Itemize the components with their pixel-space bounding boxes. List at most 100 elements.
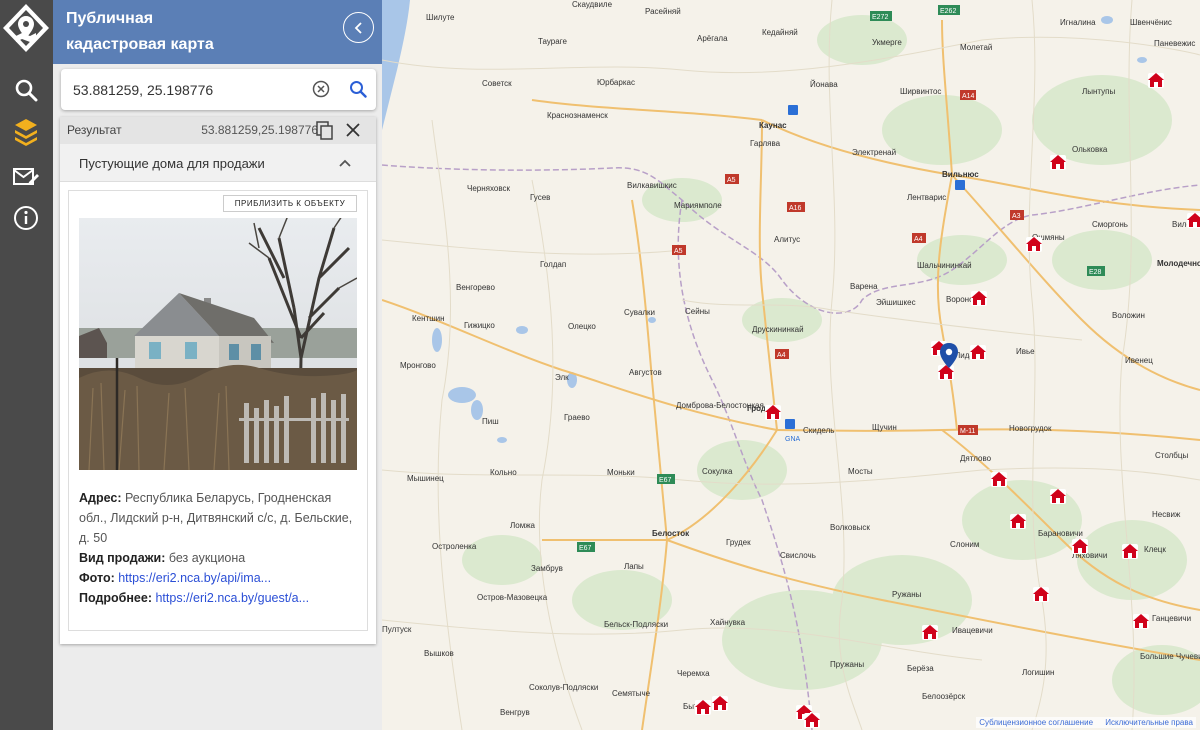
house-marker-icon[interactable]: [1050, 155, 1066, 170]
city-label: Пружаны: [830, 660, 864, 669]
more-row: Подробнее: https://eri2.nca.by/guest/a..…: [79, 588, 361, 608]
object-details: Адрес: Республика Беларусь, Гродненская …: [79, 488, 361, 608]
house-marker-icon[interactable]: [1072, 539, 1088, 554]
city-label: Бельск-Подляски: [604, 620, 668, 629]
sale-type-value: без аукциона: [168, 551, 246, 565]
house-marker-icon[interactable]: [971, 291, 987, 306]
rights-link[interactable]: Исключительные права: [1105, 718, 1193, 727]
city-label: Слоним: [950, 540, 979, 549]
city-label: Молетай: [960, 43, 992, 52]
layers-icon[interactable]: [9, 115, 43, 149]
road-label: E67: [659, 477, 672, 484]
search-input[interactable]: [73, 78, 303, 102]
close-result-button[interactable]: [345, 122, 361, 138]
city-label: Игналина: [1060, 18, 1096, 27]
more-link[interactable]: https://eri2.nca.by/guest/a...: [155, 591, 309, 605]
house-marker-icon[interactable]: [765, 405, 781, 420]
house-photo[interactable]: [79, 218, 357, 470]
city-label: Сувалки: [624, 308, 655, 317]
house-marker-icon[interactable]: [922, 625, 938, 640]
city-label: Сморгонь: [1092, 220, 1128, 229]
house-marker-icon[interactable]: [712, 696, 728, 711]
search-submit-button[interactable]: [349, 80, 367, 98]
city-label: Пултуск: [382, 625, 412, 634]
city-label: Скаудвиле: [572, 0, 613, 9]
road-label: A14: [962, 93, 975, 100]
city-label: Молодечно: [1157, 259, 1200, 268]
mail-edit-icon[interactable]: [9, 160, 43, 194]
city-label: Венгрув: [500, 708, 530, 717]
house-marker-icon[interactable]: [1133, 614, 1149, 629]
city-label: Барановичи: [1038, 529, 1083, 538]
attribution: Сублицензионное соглашение Исключительны…: [976, 717, 1196, 728]
city-label: Соколув-Подляски: [529, 683, 598, 692]
city-label: Столбцы: [1155, 451, 1188, 460]
house-marker-icon[interactable]: [1026, 237, 1042, 252]
photo-link[interactable]: https://eri2.nca.by/api/ima...: [118, 571, 271, 585]
zoom-to-object-button[interactable]: ПРИБЛИЗИТЬ К ОБЪЕКТУ: [223, 195, 357, 212]
city-label: Расейняй: [645, 7, 681, 16]
city-label: Советск: [482, 79, 512, 88]
city-label: Щучин: [872, 423, 897, 432]
city-label: Новогрудок: [1009, 424, 1052, 433]
house-marker-icon[interactable]: [991, 472, 1007, 487]
photo-row: Фото: https://eri2.nca.by/api/ima...: [79, 568, 361, 588]
address-row: Адрес: Республика Беларусь, Гродненская …: [79, 488, 361, 548]
result-card: Результат 53.881259,25.198776 Пустующие …: [60, 117, 376, 644]
copy-icon: [316, 121, 333, 140]
city-label: Клецк: [1144, 545, 1166, 554]
city-label: Ширвинтос: [900, 87, 941, 96]
section-title: Пустующие дома для продажи: [79, 156, 265, 171]
house-marker-icon[interactable]: [938, 365, 954, 380]
side-panel: Публичная кадастровая карта Результат 53…: [53, 0, 382, 730]
city-label: Олецко: [568, 322, 596, 331]
city-label: Моньки: [607, 468, 635, 477]
road-label: E67: [579, 545, 592, 552]
panel-header: Публичная кадастровая карта: [53, 0, 382, 64]
house-marker-icon[interactable]: [804, 713, 820, 728]
road-label: A4: [777, 352, 786, 359]
icon-rail: [0, 0, 53, 730]
house-marker-icon[interactable]: [1122, 544, 1138, 559]
map-canvas[interactable]: Шилуте Скаудвиле Расейняй Кедайняй Укмер…: [382, 0, 1200, 730]
house-marker-icon[interactable]: [1033, 587, 1049, 602]
house-marker-icon[interactable]: [1187, 213, 1200, 228]
photo-label: Фото:: [79, 571, 115, 585]
city-label: Лынтупы: [1082, 87, 1116, 96]
city-label: Воложин: [1112, 311, 1145, 320]
city-label: Сокулка: [702, 467, 733, 476]
info-icon[interactable]: [9, 201, 43, 235]
sale-type-row: Вид продажи: без аукциона: [79, 548, 361, 568]
road-label: A5: [727, 177, 736, 184]
city-label: Пиш: [482, 417, 499, 426]
city-label: Элк: [555, 373, 569, 382]
chevron-up-icon: [339, 159, 351, 167]
section-header[interactable]: Пустующие дома для продажи: [60, 144, 376, 182]
app-title: Публичная кадастровая карта: [66, 6, 326, 58]
road-label: E28: [1089, 269, 1102, 276]
city-label: Вильнюс: [942, 170, 979, 179]
city-label: Белосток: [652, 529, 690, 538]
house-marker-icon[interactable]: [1050, 489, 1066, 504]
house-marker-icon[interactable]: [1010, 514, 1026, 529]
city-label: Гарлява: [750, 139, 781, 148]
sublicense-link[interactable]: Сублицензионное соглашение: [979, 718, 1093, 727]
search-icon[interactable]: [9, 73, 43, 107]
copy-button[interactable]: [316, 121, 334, 141]
city-label: Ивенец: [1125, 356, 1153, 365]
city-label: Логишин: [1022, 668, 1054, 677]
city-label: Укмерге: [872, 38, 902, 47]
city-label: Юрбаркас: [597, 78, 635, 87]
search-box: [61, 69, 376, 110]
house-marker-icon[interactable]: [1148, 73, 1164, 88]
city-label: Несвиж: [1152, 510, 1181, 519]
map-layer[interactable]: Шилуте Скаудвиле Расейняй Кедайняй Укмер…: [382, 0, 1200, 730]
city-label: Шальчининкай: [917, 261, 972, 270]
city-label: Грудек: [726, 538, 751, 547]
city-label: Друскининкай: [752, 325, 804, 334]
logo-icon[interactable]: [2, 2, 51, 58]
clear-search-button[interactable]: [312, 80, 330, 98]
house-marker-icon[interactable]: [970, 345, 986, 360]
collapse-panel-button[interactable]: [343, 12, 374, 43]
house-marker-icon[interactable]: [695, 700, 711, 715]
